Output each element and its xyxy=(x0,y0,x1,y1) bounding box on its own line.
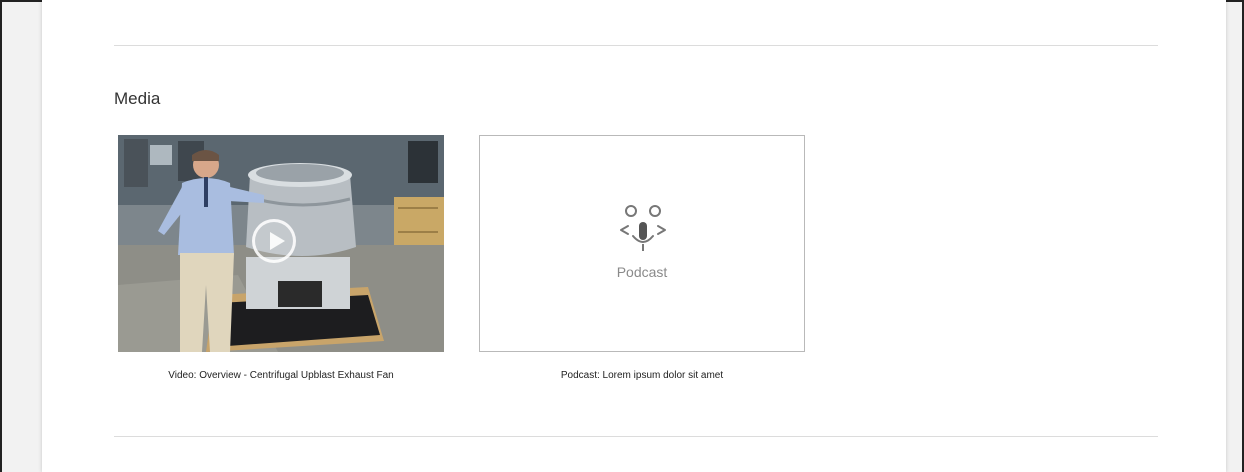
video-caption[interactable]: Video: Overview - Centrifugal Upblast Ex… xyxy=(118,370,444,381)
podcast-icon xyxy=(620,205,666,251)
divider-top xyxy=(114,45,1158,46)
video-thumbnail[interactable] xyxy=(118,135,444,352)
media-heading: Media xyxy=(114,89,161,108)
divider-bottom xyxy=(114,436,1158,437)
podcast-placeholder-label: Podcast xyxy=(616,264,668,280)
podcast-thumbnail[interactable]: Podcast xyxy=(479,135,805,352)
content-card: Media Podcast Video: Overview - Centrifu… xyxy=(42,0,1226,472)
podcast-caption[interactable]: Podcast: Lorem ipsum dolor sit amet xyxy=(479,370,805,381)
play-icon[interactable] xyxy=(252,219,296,263)
